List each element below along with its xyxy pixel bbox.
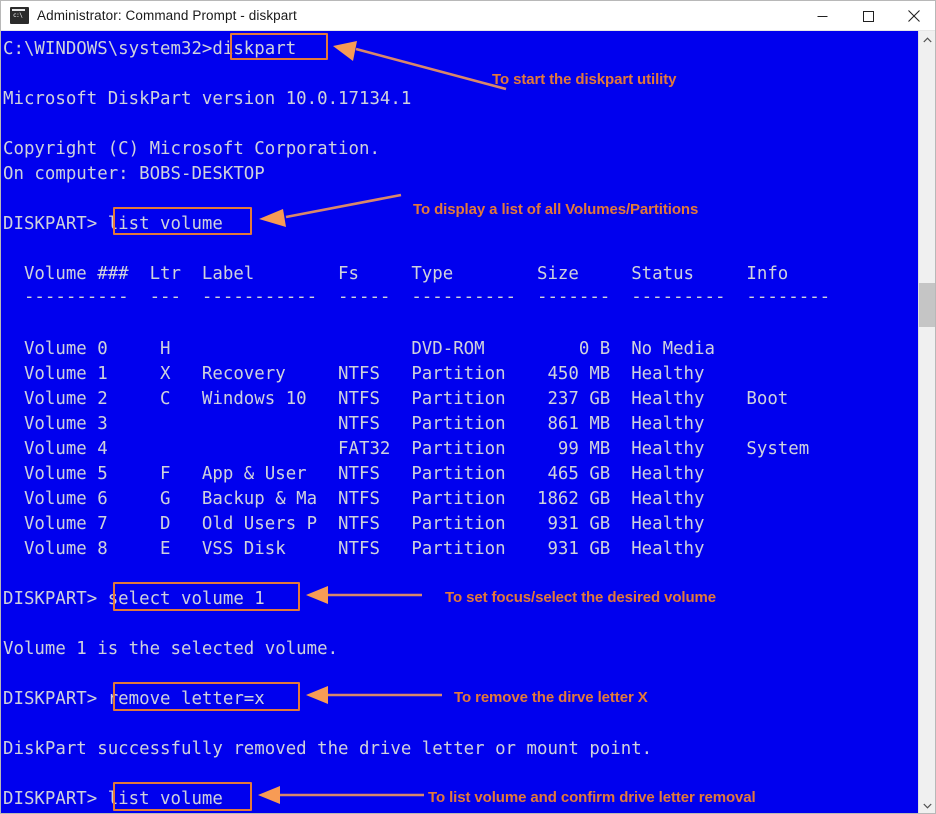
table-row: Volume 2 C Windows 10 NTFS Partition 237… [3,389,789,409]
console-line: On computer: BOBS-DESKTOP [3,164,265,184]
arrow-list-volume-1 [259,193,402,227]
highlight-box-diskpart [230,33,328,60]
arrow-remove-letter [306,686,442,704]
scroll-up-button[interactable] [919,31,935,48]
window-title: Administrator: Command Prompt - diskpart [37,8,297,23]
highlight-box-remove-letter [113,682,300,711]
close-button[interactable] [891,1,935,31]
console-line: Copyright (C) Microsoft Corporation. [3,139,380,159]
minimize-button[interactable] [799,1,845,31]
arrow-select-volume [306,586,422,604]
highlight-box-list-volume-1 [113,207,252,235]
table-row: Volume 6 G Backup & Ma NTFS Partition 18… [3,489,705,509]
scrollbar-thumb[interactable] [919,283,935,327]
table-row: Volume 8 E VSS Disk NTFS Partition 931 G… [3,539,705,559]
console-icon [10,7,29,24]
chevron-up-icon [922,36,932,42]
table-header-rule: ---------- --- ----------- ----- -------… [3,287,831,307]
annotation-select-volume: To set focus/select the desired volume [445,589,717,606]
annotation-list-volume-1: To display a list of all Volumes/Partiti… [413,201,699,218]
table-row: Volume 3 NTFS Partition 861 MB Healthy [3,414,705,434]
window-titlebar[interactable]: Administrator: Command Prompt - diskpart [1,1,935,31]
annotation-remove-letter: To remove the dirve letter X [454,689,648,706]
highlight-box-list-volume-2 [113,782,252,811]
annotation-list-volume-2: To list volume and confirm drive letter … [428,789,756,806]
console-text-buffer: C:\WINDOWS\system32>diskpart Microsoft D… [1,31,920,813]
command-prompt-window: Administrator: Command Prompt - diskpart… [0,0,936,814]
arrow-list-volume-2 [258,786,424,804]
table-row: Volume 4 FAT32 Partition 99 MB Healthy S… [3,439,810,459]
console-output-area[interactable]: C:\WINDOWS\system32>diskpart Microsoft D… [1,31,920,813]
table-row: Volume 0 H DVD-ROM 0 B No Media [3,339,715,359]
table-row: Volume 5 F App & User NTFS Partition 465… [3,464,705,484]
annotation-diskpart: To start the diskpart utility [492,71,677,88]
console-line: DiskPart successfully removed the drive … [3,739,653,759]
chevron-down-icon [922,803,932,809]
window-controls [799,1,935,31]
vertical-scrollbar[interactable] [918,31,935,813]
scrollbar-track-upper[interactable] [919,48,935,283]
scrollbar-track-lower[interactable] [919,327,935,797]
table-row: Volume 7 D Old Users P NTFS Partition 93… [3,514,705,534]
highlight-box-select-volume [113,582,300,611]
scroll-down-button[interactable] [919,797,935,813]
table-header-row: Volume ### Ltr Label Fs Type Size Status… [3,264,789,284]
table-row: Volume 1 X Recovery NTFS Partition 450 M… [3,364,705,384]
arrow-diskpart [333,41,507,91]
maximize-button[interactable] [845,1,891,31]
console-line: Volume 1 is the selected volume. [3,639,339,659]
